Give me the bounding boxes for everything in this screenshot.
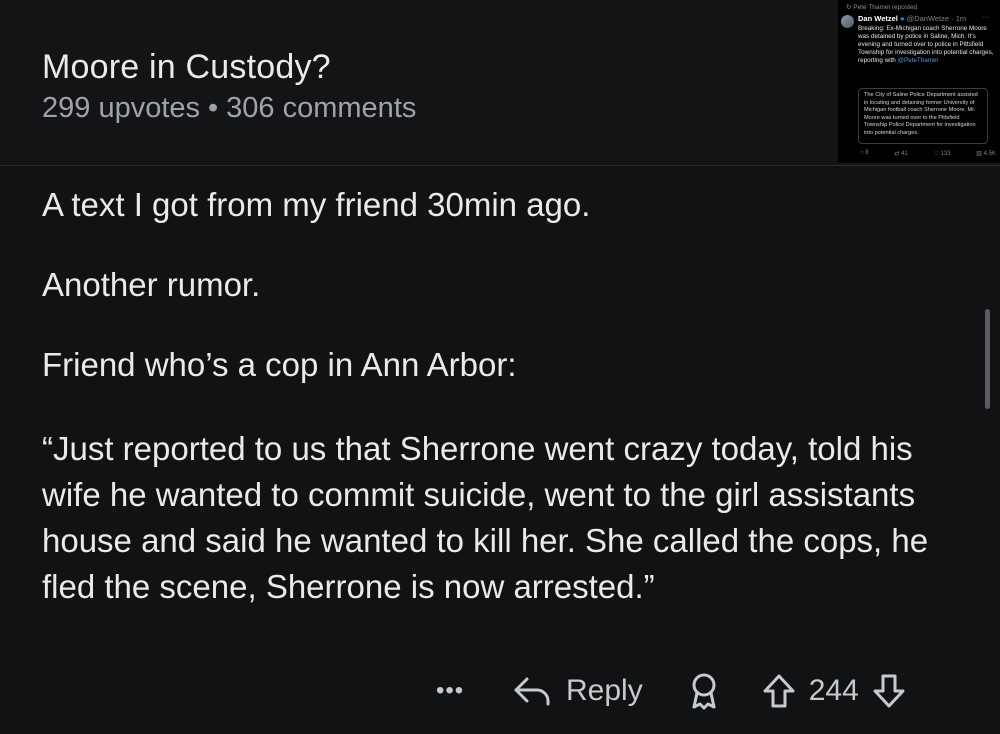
reply-arrow-icon	[512, 673, 552, 709]
tweet-body: Breaking: Ex-Michigan coach Sherrone Moo…	[858, 25, 994, 65]
downvote-icon[interactable]	[871, 673, 907, 709]
reply-label: Reply	[566, 674, 643, 707]
vote-count: 244	[808, 674, 859, 707]
vote-controls: 244	[761, 673, 907, 709]
post-title[interactable]: Moore in Custody?	[42, 48, 331, 87]
tweet-quote: The City of Saline Police Department ass…	[858, 88, 988, 144]
more-icon[interactable]: •••	[436, 677, 484, 705]
upvote-count: 299 upvotes	[42, 92, 201, 124]
avatar	[841, 15, 854, 28]
post-header: Moore in Custody? 299 upvotes • 306 commen…	[0, 0, 1000, 166]
upvote-icon[interactable]	[761, 673, 797, 709]
comment-line: Friend who’s a cop in Ann Arbor:	[42, 346, 517, 383]
tweet-screenshot-thumbnail[interactable]: ↻ Pete Thamel reposted Dan Wetzel ● @Dan…	[838, 0, 1000, 163]
repost-line: ↻ Pete Thamel reposted	[846, 4, 918, 11]
tweet-actions: ○ 8 ⇄ 41 ♡ 133 ▥ 4.5K	[860, 150, 996, 157]
post-meta: 299 upvotes • 306 comments	[42, 92, 416, 125]
tweet-more-icon: ···	[982, 14, 989, 21]
comment-line: Another rumor.	[42, 266, 261, 303]
comment-line: A text I got from my friend 30min ago.	[42, 186, 591, 223]
tweet-author: Dan Wetzel ● @DanWetze · 1m	[858, 14, 967, 23]
comment-quote: “Just reported to us that Sherrone went …	[42, 430, 929, 605]
comment-count[interactable]: 306 comments	[226, 92, 416, 124]
scrollbar[interactable]	[985, 309, 990, 409]
award-button[interactable]	[687, 672, 721, 710]
comment-actions: ••• Reply 244	[436, 666, 966, 716]
reply-button[interactable]: Reply	[512, 673, 643, 709]
award-icon	[687, 672, 721, 710]
meta-separator: •	[208, 92, 219, 124]
